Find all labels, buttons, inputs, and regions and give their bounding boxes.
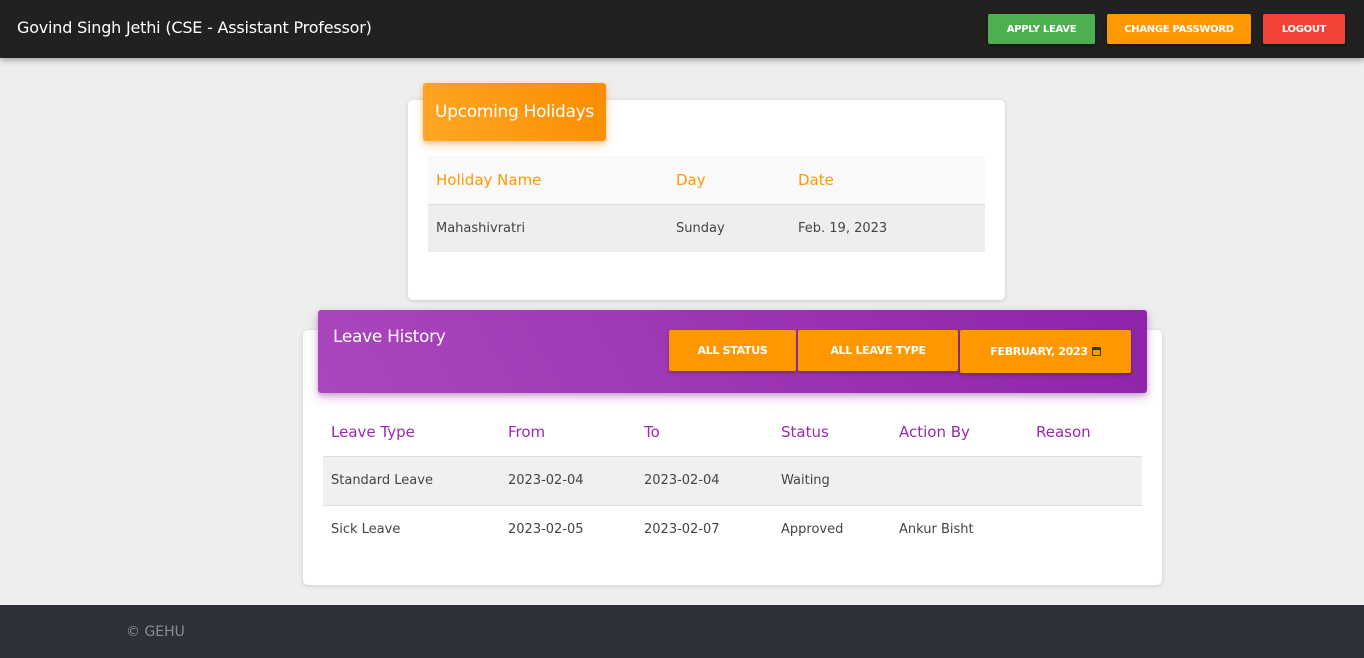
column-header-to: To [636, 408, 773, 457]
from-date-cell: 2023-02-05 [508, 522, 584, 538]
holiday-date-cell: Feb. 19, 2023 [790, 204, 985, 252]
to-date-cell: 2023-02-07 [644, 522, 720, 538]
holidays-table: Holiday Name Day Date Mahashivratri Sund… [428, 156, 985, 252]
leave-type-filter-label: ALL LEAVE TYPE [830, 344, 926, 357]
copyright-text: © GEHU [126, 624, 185, 640]
holiday-day-cell: Sunday [668, 204, 790, 252]
to-date-cell: 2023-02-04 [636, 456, 773, 506]
table-row: Standard Leave 2023-02-04 2023-02-04 Wai… [323, 456, 1142, 506]
reason-cell [1028, 456, 1142, 506]
reason-cell [1028, 505, 1142, 554]
leave-type-filter-button[interactable]: ALL LEAVE TYPE [798, 330, 958, 371]
column-header-reason: Reason [1028, 408, 1142, 457]
holiday-name-cell: Mahashivratri [428, 204, 668, 252]
month-filter-label: FEBRUARY, 2023 [990, 345, 1088, 358]
column-header-holiday-name: Holiday Name [428, 156, 668, 205]
table-row: Sick Leave 2023-02-05 2023-02-07 Approve… [323, 505, 1142, 554]
column-header-leave-type: Leave Type [323, 408, 500, 457]
leave-type-cell: Sick Leave [331, 522, 401, 538]
month-filter-button[interactable]: FEBRUARY, 2023 [960, 330, 1131, 373]
column-header-action-by: Action By [891, 408, 1028, 457]
change-password-button[interactable]: CHANGE PASSWORD [1107, 14, 1251, 44]
leave-type-cell: Standard Leave [323, 456, 500, 506]
status-cell: Waiting [773, 456, 891, 506]
top-navbar: Govind Singh Jethi (CSE - Assistant Prof… [0, 0, 1364, 58]
status-cell: Approved [781, 522, 844, 538]
leave-table-header-row: Leave Type From To Status Action By Reas… [323, 408, 1142, 457]
page-footer: © GEHU [0, 605, 1364, 658]
column-header-from: From [500, 408, 636, 457]
leave-history-title: Leave History [333, 327, 446, 347]
table-row: Mahashivratri Sunday Feb. 19, 2023 [428, 204, 985, 252]
column-header-status: Status [773, 408, 891, 457]
column-header-date: Date [790, 156, 985, 205]
user-title: Govind Singh Jethi (CSE - Assistant Prof… [17, 18, 372, 37]
from-date-cell: 2023-02-04 [500, 456, 636, 506]
apply-leave-button[interactable]: APPLY LEAVE [988, 14, 1095, 44]
holidays-card-header: Upcoming Holidays [423, 83, 606, 141]
action-by-cell: Ankur Bisht [899, 522, 974, 538]
leave-history-table: Leave Type From To Status Action By Reas… [323, 408, 1142, 554]
column-header-day: Day [668, 156, 790, 205]
calendar-icon [1091, 347, 1101, 356]
leave-history-header: Leave History ALL STATUS ALL LEAVE TYPE … [318, 310, 1147, 393]
holidays-table-header-row: Holiday Name Day Date [428, 156, 985, 205]
logout-button[interactable]: LOGOUT [1263, 14, 1345, 44]
status-filter-label: ALL STATUS [697, 344, 768, 357]
status-filter-button[interactable]: ALL STATUS [669, 330, 796, 371]
action-by-cell [891, 456, 1028, 506]
